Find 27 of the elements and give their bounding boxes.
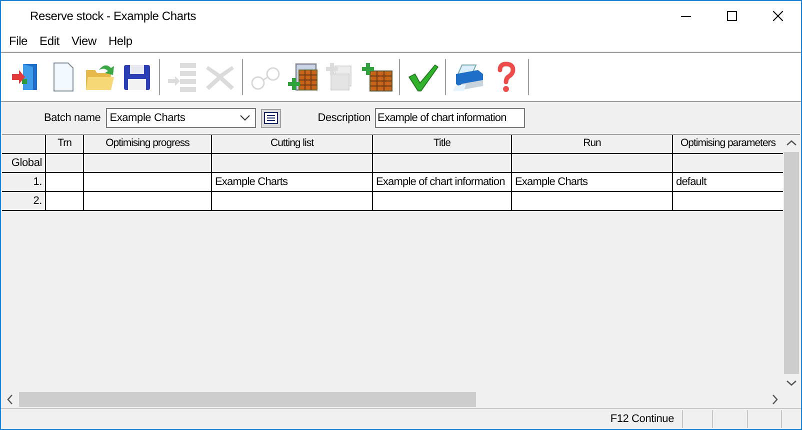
scrollbar-thumb[interactable]	[19, 392, 476, 407]
menu-item[interactable]: View	[65, 32, 102, 50]
menu-item[interactable]: Help	[102, 32, 138, 50]
batch-name-dropdown[interactable]: Example Charts	[106, 108, 256, 128]
list-icon	[264, 112, 278, 124]
maximize-icon	[727, 11, 737, 21]
table-cell: Example of chart information	[373, 173, 512, 191]
scrollbar-thumb[interactable]	[784, 152, 799, 374]
description-label: Description	[318, 110, 371, 126]
table-cell: Example Charts	[512, 173, 673, 191]
table-cell: default	[673, 173, 783, 191]
status-text: F12 Continue	[610, 412, 674, 427]
chevron-down-icon	[240, 115, 250, 121]
add-bricks-icon[interactable]	[360, 60, 394, 94]
column-header[interactable]: Title	[373, 135, 512, 153]
window-title: Reserve stock - Example Charts	[30, 8, 196, 25]
batch-name-label: Batch name	[44, 110, 101, 126]
menu-item[interactable]: File	[3, 32, 34, 50]
close-icon	[773, 11, 783, 21]
column-header[interactable]: Trn	[46, 135, 84, 153]
list-button[interactable]	[260, 108, 281, 128]
menu-item[interactable]: Edit	[34, 32, 66, 50]
column-header[interactable]: Run	[512, 135, 673, 153]
description-field[interactable]: Example of chart information	[374, 108, 525, 128]
column-header[interactable]: Cutting list	[212, 135, 373, 153]
table-cell: Example Charts	[212, 173, 373, 191]
column-header[interactable]: Optimising progress	[84, 135, 212, 153]
